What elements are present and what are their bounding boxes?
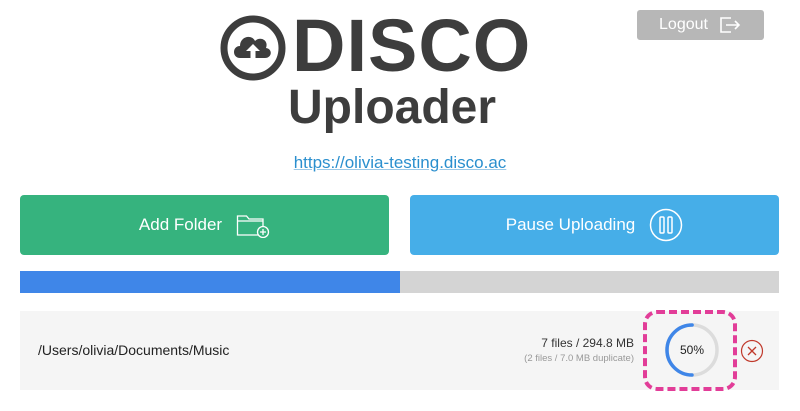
logout-button[interactable]: Logout [637, 10, 764, 40]
close-circle-icon[interactable] [740, 339, 764, 363]
overall-progress-bar [20, 271, 779, 293]
app-subtitle: Uploader [288, 81, 497, 134]
add-folder-button[interactable]: Add Folder [20, 195, 389, 255]
brand-header: DISCO Uploader [216, 6, 530, 136]
upload-progress-highlight: 50% [643, 310, 737, 391]
logout-label: Logout [659, 16, 708, 33]
pause-uploading-label: Pause Uploading [505, 215, 636, 234]
site-url-link[interactable]: https://olivia-testing.disco.ac [0, 153, 800, 173]
pause-uploading-button[interactable]: Pause Uploading [410, 195, 779, 255]
upload-folder-path: /Users/olivia/Documents/Music [38, 342, 230, 358]
logout-icon [720, 17, 741, 33]
upload-files-summary: 7 files / 294.8 MB [541, 336, 634, 350]
add-folder-label: Add Folder [138, 215, 223, 234]
folder-add-icon [236, 215, 270, 238]
upload-progress-label: 50% [679, 343, 705, 357]
upload-stats: 7 files / 294.8 MB (2 files / 7.0 MB dup… [524, 336, 634, 364]
upload-duplicate-summary: (2 files / 7.0 MB duplicate) [524, 353, 634, 364]
upload-row: /Users/olivia/Documents/Music 7 files / … [20, 310, 779, 391]
app-title: DISCO [292, 4, 532, 87]
cloud-upload-icon [220, 15, 286, 81]
pause-circle-icon [649, 208, 683, 242]
overall-progress-fill [20, 271, 400, 293]
